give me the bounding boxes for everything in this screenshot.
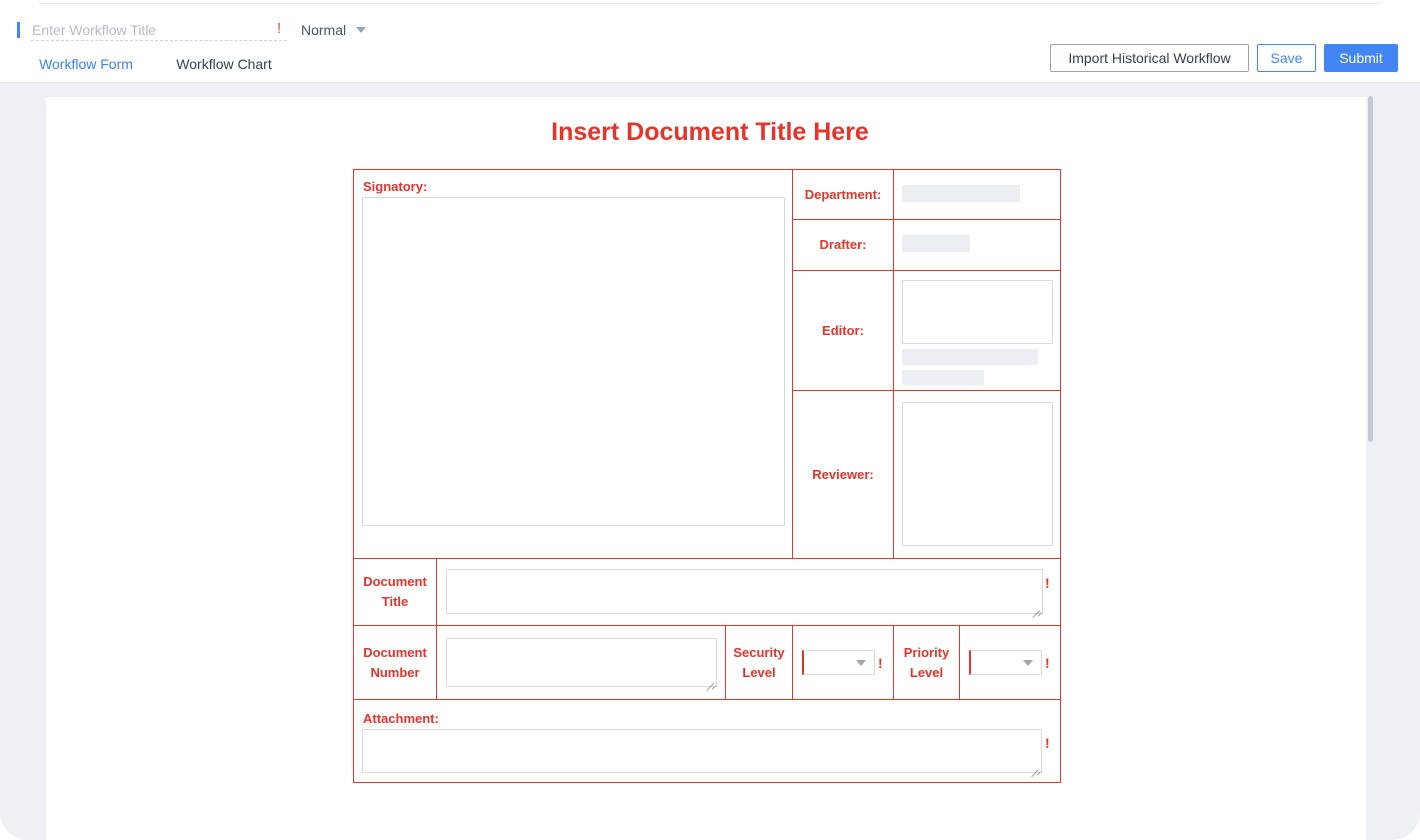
attachment-required-mark: ! (1045, 735, 1050, 751)
drafter-value (902, 235, 970, 252)
top-divider (38, 0, 1382, 4)
tab-workflow-form[interactable]: Workflow Form (28, 52, 144, 84)
editor-field[interactable] (902, 280, 1053, 344)
resize-handle-icon[interactable] (1032, 603, 1040, 611)
priority-dropdown-value: Normal (301, 22, 347, 38)
table-divider (353, 699, 1061, 700)
editor-value-line (902, 349, 1038, 365)
security-level-label-line: Level (742, 664, 776, 680)
vertical-scrollbar[interactable] (1368, 96, 1373, 442)
document-title-label: Document Title (354, 559, 436, 625)
document-title-label-line: Title (381, 594, 409, 609)
priority-level-select[interactable] (969, 650, 1042, 675)
table-border-top (353, 169, 1061, 170)
resize-handle-icon[interactable] (706, 676, 714, 684)
reviewer-label: Reviewer: (812, 466, 874, 482)
table-border-bottom (353, 782, 1061, 783)
table-divider (959, 625, 960, 700)
document-number-label-line: Document (363, 644, 427, 660)
department-value (902, 185, 1020, 202)
import-historical-workflow-button[interactable]: Import Historical Workflow (1050, 44, 1249, 72)
security-level-label-line: Security (733, 644, 785, 660)
editor-label: Editor: (822, 322, 864, 338)
document-number-label: Document Number (354, 626, 436, 699)
department-label: Department: (804, 186, 882, 202)
priority-dropdown[interactable]: Normal (301, 20, 367, 40)
editor-value-line (902, 370, 984, 385)
document-title-label-line: Document (363, 574, 427, 589)
chevron-down-icon (356, 27, 367, 33)
security-level-select[interactable] (802, 650, 875, 675)
signatory-field[interactable] (362, 197, 785, 526)
workflow-title-input[interactable] (31, 19, 287, 41)
document-title-required-mark: ! (1045, 575, 1050, 591)
reviewer-field[interactable] (902, 402, 1053, 546)
document-number-textarea[interactable] (446, 638, 717, 687)
chevron-down-icon (1023, 660, 1033, 666)
chevron-down-icon (856, 660, 866, 666)
signatory-label: Signatory: (363, 179, 428, 194)
table-divider (353, 558, 1061, 559)
table-divider (893, 169, 894, 558)
table-border-right (1060, 169, 1061, 783)
document-title-textarea[interactable] (446, 569, 1043, 614)
table-divider (436, 558, 437, 700)
priority-level-required-mark: ! (1045, 655, 1050, 671)
document-number-label-line: Number (370, 664, 420, 680)
drafter-label: Drafter: (819, 237, 867, 252)
document-title-heading: Insert Document Title Here (551, 118, 869, 146)
security-level-required-mark: ! (878, 655, 883, 671)
resize-handle-icon[interactable] (1031, 762, 1039, 770)
priority-level-label-line: Level (909, 664, 944, 680)
save-button[interactable]: Save (1257, 44, 1316, 72)
priority-level-label-line: Priority (903, 644, 950, 660)
title-accent-bar (17, 22, 20, 38)
attachment-textarea[interactable] (362, 729, 1042, 773)
tab-workflow-chart[interactable]: Workflow Chart (166, 52, 282, 82)
security-level-label: Security Level (726, 626, 792, 699)
priority-level-label: Priority Level (894, 626, 959, 699)
table-divider (792, 625, 793, 700)
title-required-mark: ! (277, 20, 282, 37)
app-window: ! Normal Workflow Form Workflow Chart Im… (0, 0, 1420, 840)
submit-button[interactable]: Submit (1324, 44, 1398, 72)
attachment-label: Attachment: (363, 711, 439, 726)
